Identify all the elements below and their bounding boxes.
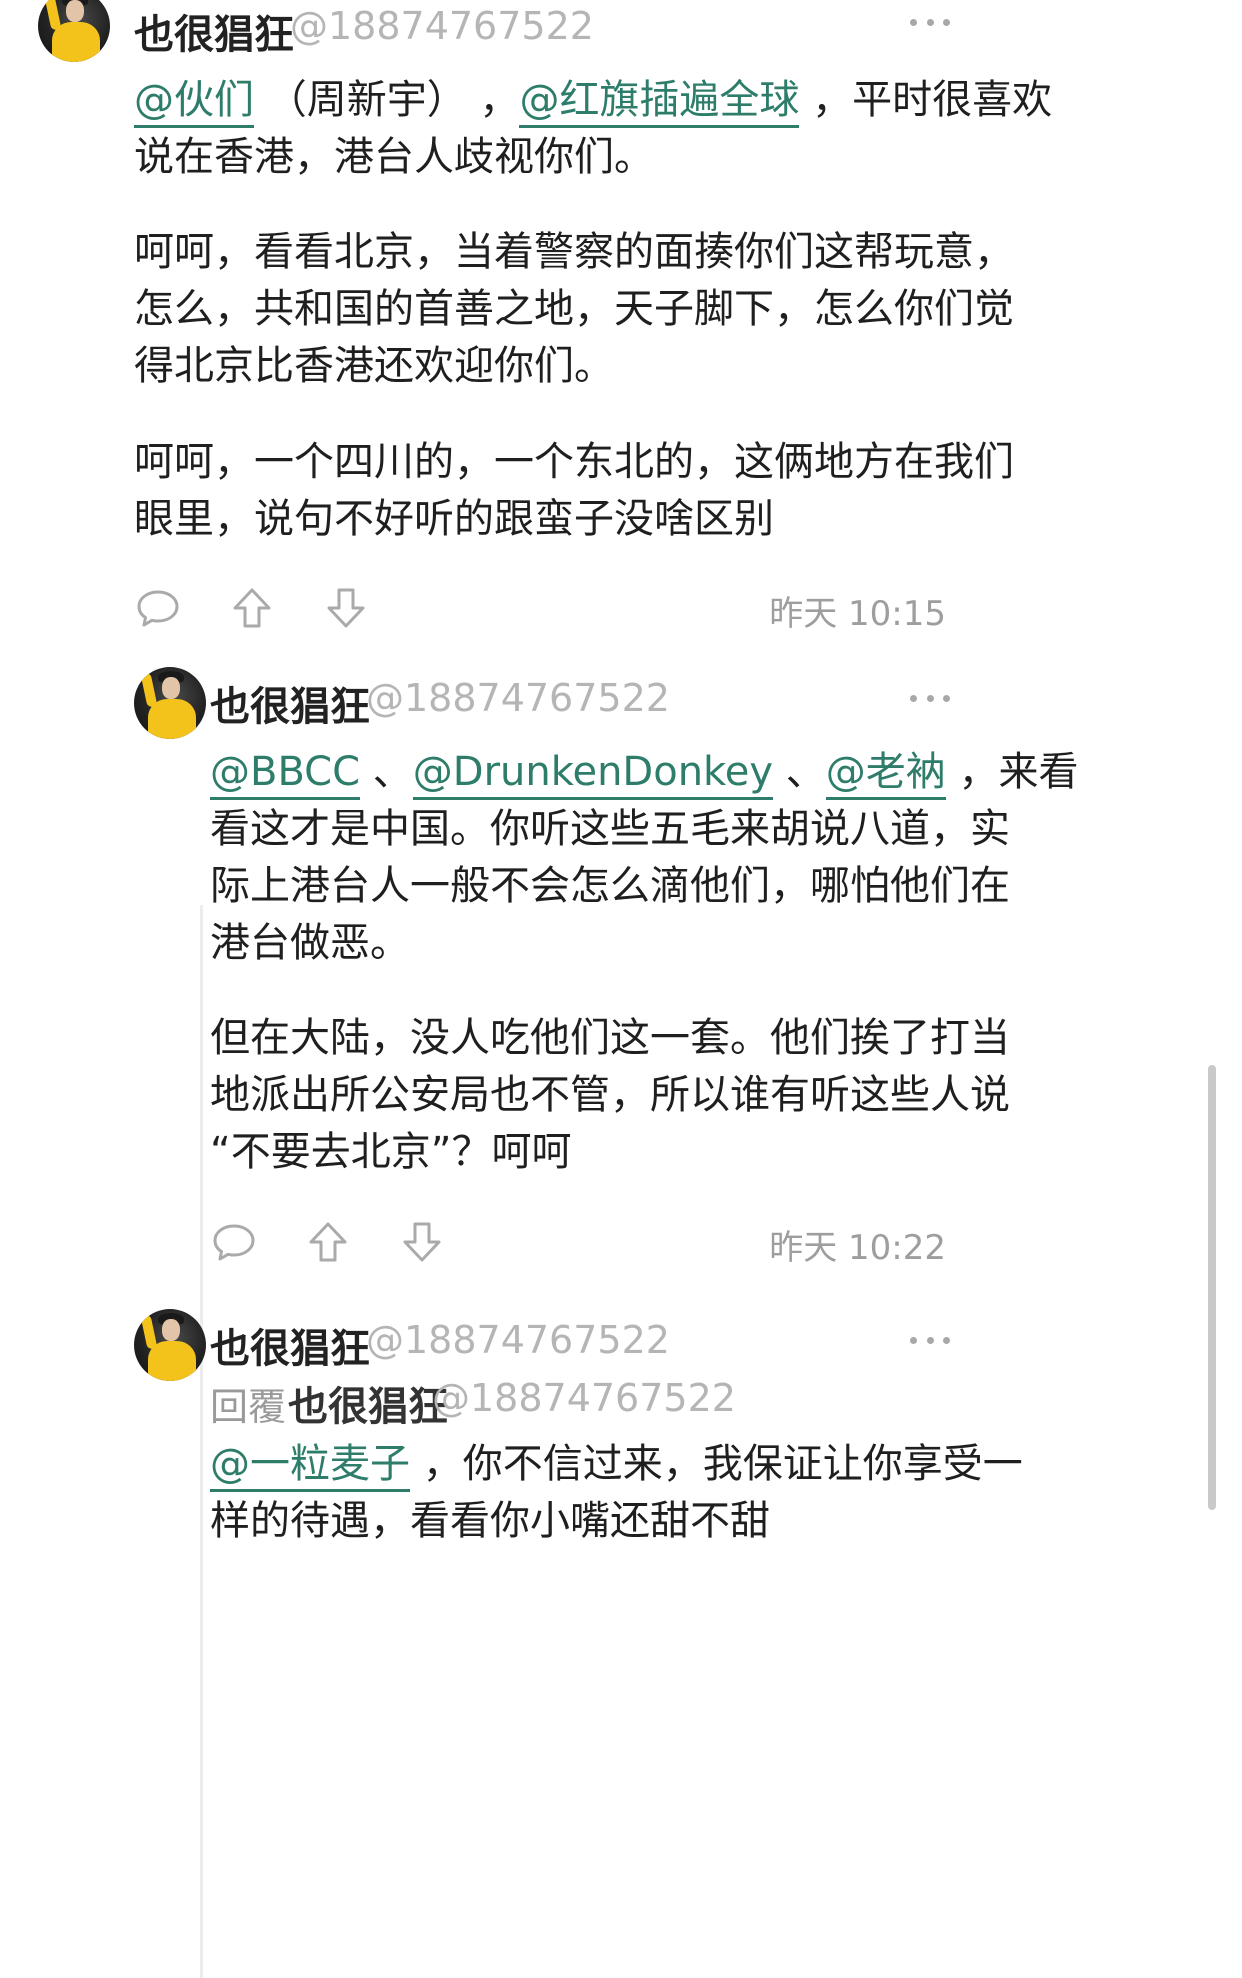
user-mention-link[interactable]: @伙们 — [134, 77, 254, 128]
comment-text-line: 但在大陆，没人吃他们这一套。他们挨了打当 — [210, 1010, 1010, 1067]
comment-bubble-icon[interactable] — [134, 584, 182, 632]
avatar[interactable] — [134, 1309, 206, 1381]
author-handle: @18874767522 — [366, 676, 670, 720]
comment-text-line: 说在香港，港台人歧视你们。 — [134, 129, 654, 186]
reply-to-handle: @18874767522 — [432, 1376, 736, 1420]
comment-text-line: @BBCC 、@DrunkenDonkey 、@老衲 ，来看 — [210, 744, 1079, 801]
comment-text: 、 — [360, 749, 413, 795]
comment-text-line: 呵呵，一个四川的，一个东北的，这俩地方在我们 — [134, 434, 1014, 491]
comment-text-line: @一粒麦子 ，你不信过来，我保证让你享受一 — [210, 1436, 1023, 1493]
comment-text: （周新宇） ， — [254, 77, 520, 123]
reply-to-name[interactable]: 也很猖狂 — [288, 1374, 448, 1432]
avatar[interactable] — [38, 0, 110, 62]
comment-bubble-icon[interactable] — [210, 1218, 258, 1266]
author-name[interactable]: 也很猖狂 — [134, 2, 294, 60]
comment-text: ，平时很喜欢 — [799, 77, 1053, 123]
comment-text: 样的待遇，看看你小嘴还甜不甜 — [210, 1498, 770, 1544]
more-dots-icon[interactable] — [910, 692, 950, 704]
comment-text: 但在大陆，没人吃他们这一套。他们挨了打当 — [210, 1015, 1010, 1061]
comment-time: 昨天 10:22 — [769, 1228, 946, 1268]
comment-text: 港台做恶。 — [210, 920, 410, 966]
comment-text: 呵呵，一个四川的，一个东北的，这俩地方在我们 — [134, 439, 1014, 485]
avatar[interactable] — [134, 667, 206, 739]
user-mention-link[interactable]: @BBCC — [210, 749, 361, 800]
comment-text: 说在香港，港台人歧视你们。 — [134, 134, 654, 180]
comment-text: 际上港台人一般不会怎么滴他们，哪怕他们在 — [210, 863, 1010, 909]
downvote-arrow-icon[interactable] — [398, 1218, 446, 1266]
comment-text-line: 看这才是中国。你听这些五毛来胡说八道，实 — [210, 801, 1010, 858]
more-dots-icon[interactable] — [910, 16, 950, 28]
comment-text-line: 呵呵，看看北京，当着警察的面揍你们这帮玩意， — [134, 224, 1014, 281]
user-mention-link[interactable]: @DrunkenDonkey — [412, 749, 774, 800]
upvote-arrow-icon[interactable] — [304, 1218, 352, 1266]
comment-text: ，你不信过来，我保证让你享受一 — [410, 1441, 1023, 1487]
comment-text-line: “不要去北京”？呵呵 — [210, 1124, 571, 1181]
scrollbar[interactable] — [1208, 1065, 1216, 1510]
user-mention-link[interactable]: @老衲 — [825, 749, 946, 800]
comment-actions: 昨天 10:15 — [134, 584, 946, 634]
comment-text: 眼里，说句不好听的跟蛮子没啥区别 — [134, 496, 774, 542]
upvote-arrow-icon[interactable] — [228, 584, 276, 632]
comment-text-line: 样的待遇，看看你小嘴还甜不甜 — [210, 1493, 770, 1550]
comment-text: 、 — [773, 749, 826, 795]
comment-text-line: 港台做恶。 — [210, 915, 410, 972]
comment-text: 看这才是中国。你听这些五毛来胡说八道，实 — [210, 806, 1010, 852]
comment-text: ，来看 — [945, 749, 1079, 795]
comment-text: 地派出所公安局也不管，所以谁有听这些人说 — [210, 1072, 1010, 1118]
comment-text: 得北京比香港还欢迎你们。 — [134, 343, 614, 389]
author-handle: @18874767522 — [366, 1318, 670, 1362]
comment-text-line: @伙们 （周新宇） ，@红旗插遍全球 ，平时很喜欢 — [134, 72, 1052, 129]
comment-text-line: 眼里，说句不好听的跟蛮子没啥区别 — [134, 491, 774, 548]
reply-label: 回覆 — [210, 1385, 287, 1429]
author-name[interactable]: 也很猖狂 — [210, 1316, 370, 1374]
comment-text-line: 际上港台人一般不会怎么滴他们，哪怕他们在 — [210, 858, 1010, 915]
comment-text: “不要去北京”？呵呵 — [210, 1129, 572, 1175]
comment-actions: 昨天 10:22 — [210, 1218, 946, 1268]
reply-thread-line — [200, 905, 203, 1978]
more-dots-icon[interactable] — [910, 1334, 950, 1346]
user-mention-link[interactable]: @红旗插遍全球 — [519, 77, 800, 128]
user-mention-link[interactable]: @一粒麦子 — [210, 1441, 410, 1492]
comment-text-line: 地派出所公安局也不管，所以谁有听这些人说 — [210, 1067, 1010, 1124]
author-name[interactable]: 也很猖狂 — [210, 674, 370, 732]
comment-text-line: 怎么，共和国的首善之地，天子脚下，怎么你们觉 — [134, 281, 1014, 338]
comment-text-line: 得北京比香港还欢迎你们。 — [134, 338, 614, 395]
downvote-arrow-icon[interactable] — [322, 584, 370, 632]
comment-text: 呵呵，看看北京，当着警察的面揍你们这帮玩意， — [134, 229, 1014, 275]
comment-text: 怎么，共和国的首善之地，天子脚下，怎么你们觉 — [134, 286, 1014, 332]
comment-time: 昨天 10:15 — [769, 594, 946, 634]
author-handle: @18874767522 — [290, 4, 594, 48]
